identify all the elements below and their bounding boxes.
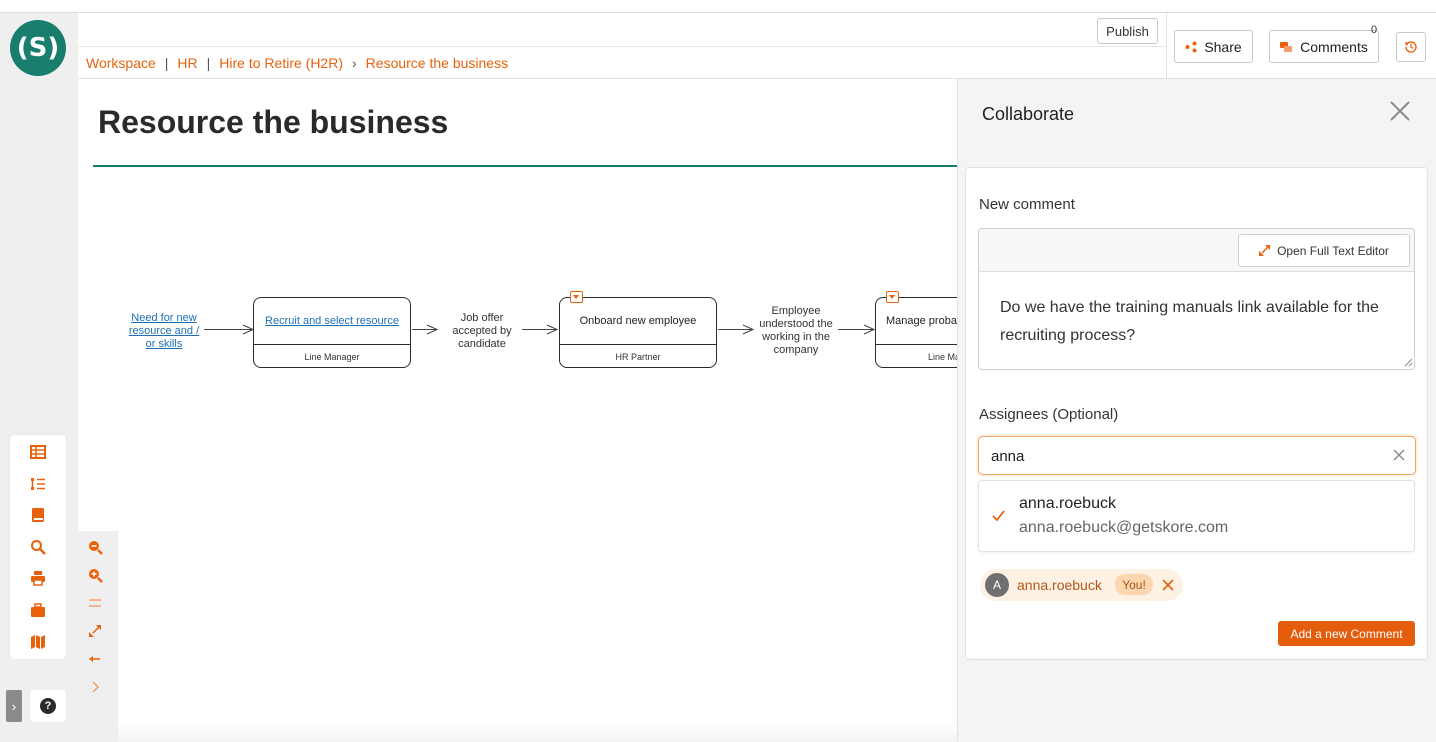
start-event-link[interactable]: Need for new resource and / or skills <box>122 312 206 351</box>
breadcrumb-item-hr[interactable]: HR <box>177 55 197 71</box>
share-label: Share <box>1204 38 1242 55</box>
open-editor-label: Open Full Text Editor <box>1277 243 1389 258</box>
resize-handle-icon[interactable] <box>1404 358 1413 367</box>
node-title: Manage proba <box>886 315 957 327</box>
history-button[interactable] <box>1396 32 1426 62</box>
title-underline <box>93 165 957 167</box>
search-icon[interactable] <box>30 539 46 555</box>
share-button[interactable]: Share <box>1174 30 1253 63</box>
publish-button[interactable]: Publish <box>1097 18 1158 44</box>
comment-textarea[interactable]: Do we have the training manuals link ava… <box>1000 294 1390 350</box>
breadcrumb-separator: | <box>206 55 211 71</box>
event-line: accepted by <box>452 325 512 337</box>
zoom-out-icon[interactable] <box>87 539 103 555</box>
share-icon <box>1185 41 1197 52</box>
event-employee-understood[interactable]: Employee understood the working in the c… <box>752 305 840 357</box>
new-comment-label: New comment <box>979 196 1075 213</box>
remove-assignee-icon[interactable] <box>1162 579 1174 591</box>
arrow-head-icon <box>863 324 875 335</box>
event-line: Job offer <box>460 312 504 324</box>
start-event-line: Need for new <box>131 312 197 324</box>
briefcase-icon[interactable] <box>30 602 46 618</box>
breadcrumb: Workspace | HR | Hire to Retire (H2R) › Resour… <box>86 55 508 71</box>
event-line: understood the <box>759 318 833 330</box>
process-node-onboard[interactable]: Onboard new employee HR Partner <box>559 291 717 368</box>
event-line: company <box>773 344 819 356</box>
event-line: working in the <box>762 331 830 343</box>
app-root: (S) › ? Workspace | HR | Hire to Retire (H2R… <box>0 0 1436 742</box>
suggestion-email[interactable]: anna.roebuck@getskore.com <box>1019 519 1228 537</box>
assignee-search-value[interactable]: anna <box>991 448 1024 465</box>
comments-icon <box>1280 41 1293 52</box>
breadcrumb-item-h2r[interactable]: Hire to Retire (H2R) <box>219 55 343 71</box>
map-icon[interactable] <box>30 634 46 650</box>
breadcrumb-item-workspace[interactable]: Workspace <box>86 55 156 71</box>
clear-icon[interactable] <box>1392 448 1406 462</box>
zoom-in-icon[interactable] <box>87 567 103 583</box>
fit-screen-icon[interactable] <box>87 623 103 639</box>
node-role: Line Manager <box>254 344 410 368</box>
add-comment-button[interactable]: Add a new Comment <box>1278 621 1415 646</box>
node-role: HR Partner <box>560 344 716 368</box>
start-event-line: resource and / <box>128 325 200 337</box>
comments-label: Comments <box>1300 38 1368 55</box>
canvas-bottom-shade <box>118 722 957 742</box>
event-job-offer[interactable]: Job offer accepted by candidate <box>440 312 524 351</box>
close-icon[interactable] <box>1388 99 1412 123</box>
breadcrumb-separator: | <box>164 55 169 71</box>
tool-palette <box>10 435 66 659</box>
you-badge: You! <box>1115 574 1153 595</box>
process-node-recruit[interactable]: Recruit and select resource Line Manager <box>253 297 411 368</box>
expand-icon <box>1259 245 1271 256</box>
print-icon[interactable] <box>30 570 46 586</box>
comments-button[interactable]: Comments <box>1269 30 1379 63</box>
process-diagram[interactable]: Need for new resource and / or skills Re… <box>118 285 957 395</box>
chevron-right-icon[interactable] <box>87 679 103 695</box>
page-title: Resource the business <box>98 104 449 140</box>
panel-title: Collaborate <box>982 104 1075 124</box>
history-icon <box>1405 41 1417 53</box>
open-full-text-editor-button[interactable]: Open Full Text Editor <box>1238 234 1410 267</box>
book-icon[interactable] <box>30 507 46 523</box>
arrow-head-icon <box>546 324 558 335</box>
event-line: Employee <box>771 305 821 317</box>
table-icon[interactable] <box>30 444 46 460</box>
assignees-label: Assignees (Optional) <box>979 406 1119 423</box>
tree-list-icon[interactable] <box>30 476 46 492</box>
process-node-probation[interactable]: Manage proba Line Ma <box>875 291 957 368</box>
skore-logo[interactable]: (S) <box>10 20 66 76</box>
node-role: Line Ma <box>876 344 957 368</box>
avatar: A <box>985 573 1009 597</box>
node-title: Onboard new employee <box>579 315 697 327</box>
assignee-search-input[interactable] <box>978 436 1416 475</box>
assignee-suggestion-list[interactable] <box>978 480 1415 552</box>
expand-sidebar-button[interactable]: › <box>6 690 22 722</box>
zoom-toolbar <box>78 531 118 742</box>
arrows-horizontal-icon[interactable] <box>87 651 103 667</box>
breadcrumb-separator: › <box>352 55 357 71</box>
comments-count-badge: 0 <box>1371 24 1378 36</box>
chip-username: anna.roebuck <box>1017 577 1102 593</box>
help-button[interactable]: ? <box>30 690 66 722</box>
header-divider <box>78 46 1166 47</box>
start-event-line: or skills <box>145 338 183 350</box>
help-icon: ? <box>40 698 56 714</box>
equals-icon[interactable] <box>87 595 103 611</box>
check-icon <box>992 510 1005 522</box>
breadcrumb-item-current[interactable]: Resource the business <box>366 55 508 71</box>
event-line: candidate <box>458 338 506 350</box>
node-title[interactable]: Recruit and select resource <box>254 298 410 344</box>
arrow-head-icon <box>426 324 438 335</box>
suggestion-username[interactable]: anna.roebuck <box>1019 495 1116 513</box>
